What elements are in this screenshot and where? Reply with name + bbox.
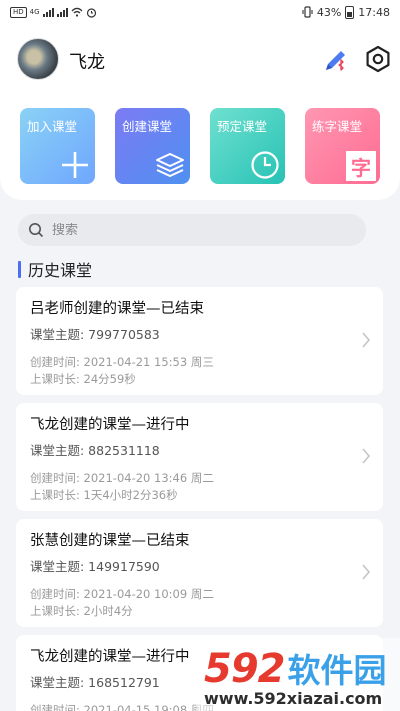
network-type: 4G	[29, 8, 40, 16]
hd-indicator: HD	[10, 6, 27, 18]
card-created-time: 创建时间: 2021-04-21 15:53 周三	[30, 355, 214, 369]
join-class-label: 加入课堂	[27, 119, 78, 134]
status-bar: HD 4G 43% 17:48	[0, 0, 400, 24]
wifi-icon	[71, 7, 83, 17]
clock-time: 17:48	[358, 5, 390, 19]
vibrate-icon	[302, 6, 313, 18]
card-topic: 课堂主题: 799770583	[30, 327, 160, 342]
card-title: 吕老师创建的课堂—已结束	[30, 301, 204, 317]
card-duration: 上课时长: 2小时4分	[30, 604, 133, 618]
history-section-header: 历史课堂	[18, 257, 92, 281]
schedule-class-button[interactable]: 预定课堂	[210, 108, 285, 184]
gear-icon[interactable]	[364, 45, 392, 73]
join-class-button[interactable]: 加入课堂	[20, 108, 95, 184]
create-class-label: 创建课堂	[122, 119, 173, 134]
history-card[interactable]: 飞龙创建的课堂—进行中 课堂主题: 882531118 创建时间: 2021-0…	[16, 403, 383, 511]
card-created-time: 创建时间: 2021-04-20 13:46 周二	[30, 471, 214, 485]
signal-icon-2	[56, 7, 68, 17]
alarm-icon	[86, 7, 96, 18]
schedule-class-label: 预定课堂	[217, 119, 268, 134]
chevron-right-icon	[362, 564, 371, 580]
watermark: 592 软件园 www.592xiazai.com	[196, 638, 400, 711]
watermark-url: www.592xiazai.com	[204, 689, 383, 708]
search-bar[interactable]	[18, 214, 366, 246]
card-created-time: 创建时间: 2021-04-20 10:09 周二	[30, 587, 214, 601]
history-title: 历史课堂	[28, 261, 93, 280]
card-duration: 上课时长: 24分59秒	[30, 372, 136, 386]
watermark-logo-number: 592	[204, 646, 285, 692]
card-topic: 课堂主题: 882531118	[30, 443, 160, 458]
chevron-right-icon	[362, 332, 371, 348]
card-topic: 课堂主题: 149917590	[30, 559, 160, 574]
pen-bluetooth-icon[interactable]	[320, 46, 350, 76]
profile-header: 飞龙 加入课堂 创建课堂 预定课堂 练字课堂 字	[0, 24, 400, 200]
watermark-logo: 592 软件园	[204, 644, 387, 692]
search-icon	[29, 223, 44, 238]
battery-percent: 43%	[316, 5, 342, 19]
search-input[interactable]	[52, 222, 332, 238]
battery-icon	[345, 5, 355, 19]
layers-icon	[156, 153, 184, 177]
character-icon: 字	[346, 151, 376, 181]
card-duration: 上课时长: 1天4小时2分36秒	[30, 488, 178, 502]
calligraphy-class-label: 练字课堂	[312, 119, 363, 134]
calligraphy-class-button[interactable]: 练字课堂 字	[305, 108, 380, 184]
chevron-right-icon	[362, 448, 371, 464]
watermark-logo-text: 软件园	[287, 651, 387, 690]
section-accent-bar	[18, 260, 21, 278]
history-card[interactable]: 张慧创建的课堂—已结束 课堂主题: 149917590 创建时间: 2021-0…	[16, 519, 383, 627]
username: 飞龙	[69, 52, 105, 73]
quick-actions: 加入课堂 创建课堂 预定课堂 练字课堂 字	[20, 108, 380, 184]
plus-icon	[62, 152, 88, 178]
clock-icon	[251, 151, 279, 179]
create-class-button[interactable]: 创建课堂	[115, 108, 190, 184]
card-title: 张慧创建的课堂—已结束	[30, 533, 190, 549]
avatar[interactable]	[17, 38, 59, 80]
card-title: 飞龙创建的课堂—进行中	[30, 417, 190, 433]
signal-icon	[42, 7, 54, 17]
history-card[interactable]: 吕老师创建的课堂—已结束 课堂主题: 799770583 创建时间: 2021-…	[16, 287, 383, 395]
